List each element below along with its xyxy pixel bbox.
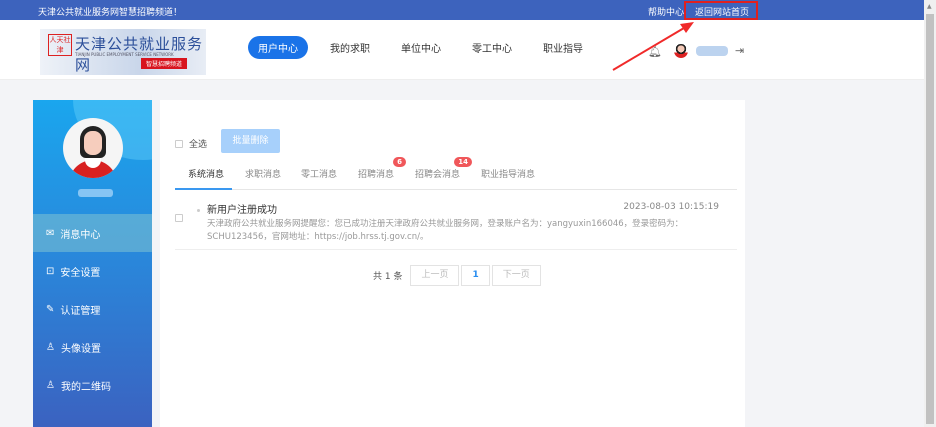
select-all[interactable]: 全选 — [175, 137, 207, 150]
tab-job-search[interactable]: 求职消息 — [245, 167, 281, 180]
select-all-label: 全选 — [189, 140, 208, 150]
sidebar-item-label: 头像设置 — [60, 343, 101, 355]
sidebar-item-avatar-settings[interactable]: ♙ 头像设置 — [33, 328, 152, 366]
sidebar: ✉ 消息中心 ⊡ 安全设置 ✎ 认证管理 ♙ 头像设置 ♙ 我的二维码 — [33, 100, 152, 427]
edit-icon: ✎ — [46, 303, 55, 315]
prev-page-button[interactable]: 上一页 — [410, 265, 460, 286]
tab-label: 系统消息 — [188, 170, 225, 180]
sidebar-item-verification[interactable]: ✎ 认证管理 — [33, 290, 152, 328]
sidebar-item-security[interactable]: ⊡ 安全设置 — [33, 252, 152, 290]
tab-label: 零工消息 — [301, 170, 338, 180]
sidebar-item-label: 我的二维码 — [60, 381, 111, 393]
lock-icon: ⊡ — [46, 265, 55, 277]
tab-system[interactable]: 系统消息 — [188, 167, 224, 180]
active-tab-indicator — [175, 188, 232, 190]
tab-career-guidance[interactable]: 职业指导消息 — [481, 167, 535, 180]
pagination: 共 1 条 上一页 1 下一页 — [373, 265, 541, 286]
tab-label: 招聘消息 — [358, 170, 395, 180]
scroll-thumb[interactable] — [926, 14, 934, 424]
tab-job-fair[interactable]: 招聘会消息 14 — [415, 157, 473, 180]
message-title: 新用户注册成功 — [207, 205, 277, 216]
scrollbar[interactable]: ▲ — [924, 0, 936, 427]
total-count: 共 1 条 — [373, 272, 403, 282]
sidebar-item-label: 消息中心 — [60, 229, 101, 241]
user-icon: ♙ — [46, 379, 55, 391]
profile-avatar — [63, 118, 123, 178]
next-page-button[interactable]: 下一页 — [491, 265, 541, 286]
page-1-button[interactable]: 1 — [461, 265, 490, 286]
list-item[interactable]: 新用户注册成功 2023-08-03 10:15:19 天津政府公共就业服务网提… — [175, 196, 737, 250]
select-all-checkbox[interactable] — [175, 139, 183, 148]
read-dot-icon — [197, 209, 200, 212]
scroll-up-icon[interactable]: ▲ — [927, 3, 932, 10]
tab-gig[interactable]: 零工消息 — [301, 167, 337, 180]
unread-badge: 6 — [393, 157, 407, 167]
message-body: 天津政府公共就业服务网提醒您：您已成功注册天津政府公共就业服务网，登录账户名为：… — [207, 219, 684, 242]
sidebar-item-message-center[interactable]: ✉ 消息中心 — [33, 214, 152, 252]
message-panel: 全选 批量删除 系统消息 求职消息 零工消息 招聘消息 6 招聘会消息 14 职业指… — [160, 100, 745, 427]
message-checkbox[interactable] — [175, 214, 183, 222]
batch-delete-button[interactable]: 批量删除 — [221, 129, 280, 153]
mail-icon: ✉ — [46, 227, 55, 239]
tab-label: 职业指导消息 — [481, 170, 536, 180]
sidebar-item-qrcode[interactable]: ♙ 我的二维码 — [33, 366, 152, 404]
message-tabs: 系统消息 求职消息 零工消息 招聘消息 6 招聘会消息 14 职业指导消息 — [175, 157, 737, 190]
user-icon: ♙ — [46, 341, 55, 353]
unread-badge: 14 — [454, 157, 473, 167]
tab-label: 求职消息 — [245, 170, 282, 180]
profile-name-blurred — [78, 189, 113, 197]
tab-label: 招聘会消息 — [415, 170, 461, 180]
tab-recruitment[interactable]: 招聘消息 6 — [358, 157, 407, 180]
sidebar-item-label: 认证管理 — [60, 305, 101, 317]
message-time: 2023-08-03 10:15:19 — [623, 202, 719, 212]
sidebar-item-label: 安全设置 — [60, 267, 101, 279]
